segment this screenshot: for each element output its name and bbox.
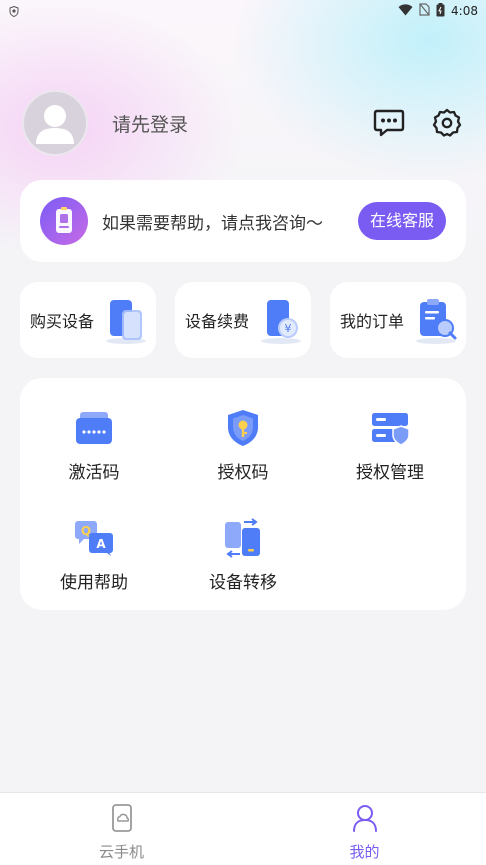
help-card[interactable]: 如果需要帮助，请点我咨询～ 在线客服: [20, 180, 466, 262]
svg-text:¥: ¥: [285, 322, 292, 335]
cloud-phone-icon: [111, 803, 133, 837]
quick-action-label: 我的订单: [340, 312, 405, 331]
battery-icon: [436, 2, 445, 20]
svg-text:A: A: [96, 537, 106, 551]
status-bar: 4:08: [0, 0, 486, 22]
server-shield-icon: [368, 406, 412, 450]
buy-device-card[interactable]: 购买设备: [20, 282, 156, 358]
quick-actions: 购买设备 设备续费 ¥ 我的订单: [20, 282, 466, 358]
phone-yen-icon: ¥: [259, 296, 305, 346]
grid-item-label: 设备转移: [209, 573, 277, 593]
grid-item-label: 使用帮助: [60, 573, 128, 593]
tab-cloud-phone[interactable]: 云手机: [0, 793, 243, 865]
profile-header: 请先登录: [22, 90, 464, 156]
help-message: 如果需要帮助，请点我咨询～: [102, 213, 323, 234]
tab-label: 云手机: [98, 843, 144, 861]
authorization-management-item[interactable]: 授权管理: [330, 406, 450, 496]
card-icon: [72, 406, 116, 450]
authorization-code-item[interactable]: 授权码: [183, 406, 303, 496]
avatar[interactable]: [22, 90, 88, 156]
usage-help-item[interactable]: QA 使用帮助: [34, 516, 154, 606]
transfer-icon: [221, 516, 265, 560]
tab-mine[interactable]: 我的: [243, 793, 486, 865]
device-transfer-item[interactable]: 设备转移: [183, 516, 303, 606]
user-placeholder-icon: [36, 105, 74, 144]
wifi-icon: [398, 3, 413, 19]
qa-icon: QA: [72, 516, 116, 560]
tab-label: 我的: [349, 843, 380, 861]
shield-key-icon: [221, 406, 265, 450]
support-phone-icon: [40, 197, 88, 245]
grid-item-label: 授权管理: [356, 463, 424, 483]
grid-item-label: 激活码: [68, 463, 120, 483]
person-icon: [351, 803, 379, 837]
status-time: 4:08: [451, 4, 478, 18]
renew-device-card[interactable]: 设备续费 ¥: [175, 282, 311, 358]
no-sim-icon: [419, 3, 430, 19]
login-prompt[interactable]: 请先登录: [112, 110, 372, 137]
online-service-button[interactable]: 在线客服: [357, 202, 446, 240]
quick-action-label: 购买设备: [30, 312, 95, 331]
quick-action-label: 设备续费: [185, 312, 250, 331]
clipboard-search-icon: [414, 296, 460, 346]
function-grid: 激活码 授权码 授权管理 QA 使用帮助 设备转移: [20, 378, 466, 610]
message-icon[interactable]: [372, 106, 406, 140]
my-orders-card[interactable]: 我的订单: [330, 282, 466, 358]
shield-status-icon: [8, 5, 20, 17]
activation-code-item[interactable]: 激活码: [34, 406, 154, 496]
grid-item-label: 授权码: [217, 463, 269, 483]
settings-gear-icon[interactable]: [430, 106, 464, 140]
bottom-tab-bar: 云手机 我的: [0, 792, 486, 865]
phone-devices-icon: [104, 296, 150, 346]
